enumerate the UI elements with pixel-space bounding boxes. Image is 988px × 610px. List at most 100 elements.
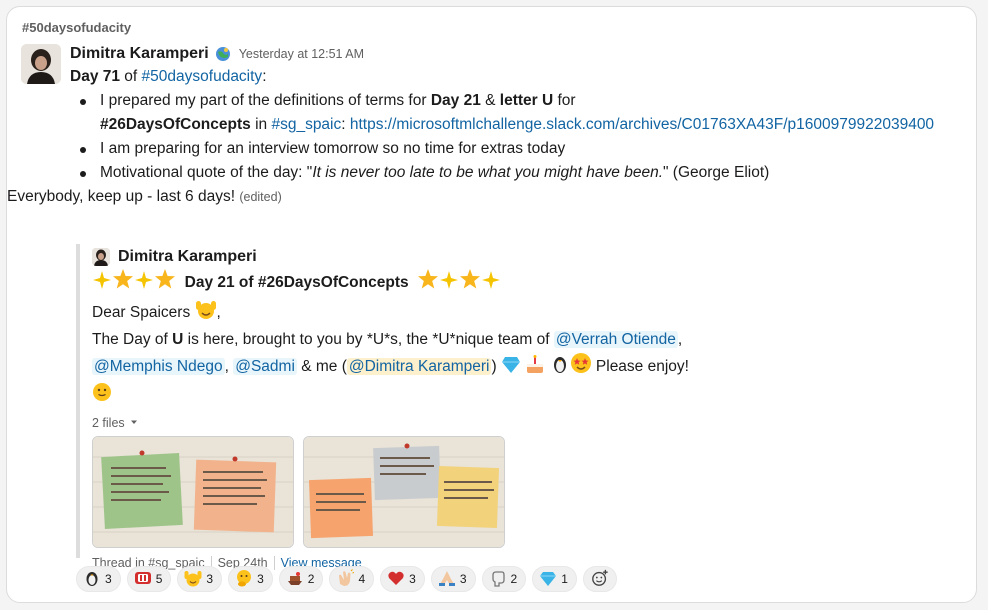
reaction-count: 2 (510, 572, 518, 586)
reaction-lab[interactable]: 2 (278, 566, 324, 592)
add-emoji-icon (591, 569, 609, 590)
shared-author-avatar[interactable] (92, 248, 110, 266)
colon-text: : (341, 116, 350, 133)
bold-u: U (172, 331, 184, 348)
timestamp[interactable]: Yesterday at 12:51 AM (239, 42, 364, 66)
amp-text: & (480, 92, 500, 109)
reaction-count: 3 (206, 572, 214, 586)
red-heart-icon (387, 569, 405, 590)
star-icon (417, 268, 439, 298)
greeting-line: Dear Spaicers , (92, 298, 946, 328)
bullet-text: Motivational quote of the day: " (100, 164, 313, 181)
closing-text: Everybody, keep up - last 6 days! (7, 188, 236, 205)
star-struck-icon (570, 352, 592, 382)
reaction-penguin[interactable]: 3 (76, 566, 121, 592)
colon-text: : (262, 68, 267, 85)
intro-line: The Day of U is here, brought to you by … (92, 328, 946, 352)
quote-attribution: " (George Eliot) (663, 164, 770, 181)
caret-down-icon (129, 416, 139, 430)
day-label: Day 71 (70, 68, 120, 85)
mention-memphis[interactable]: @Memphis Ndego (92, 358, 225, 375)
file-attachments (92, 436, 946, 548)
pray-icon (438, 569, 456, 590)
lab-icon (286, 569, 304, 590)
comma-text: , (216, 304, 221, 321)
intro-text-2: is here, brought to you by *U*s, the *U*… (183, 331, 554, 348)
file-thumbnail[interactable] (92, 436, 294, 548)
reaction-count: 1 (561, 572, 568, 586)
reaction-raised-hands[interactable]: 3 (177, 566, 223, 592)
star-icon (112, 268, 134, 298)
paren-text: ) (491, 358, 497, 375)
enjoy-text: Please enjoy! (595, 358, 689, 375)
list-item: Motivational quote of the day: "It is ne… (80, 161, 975, 185)
sparkles-icon (439, 270, 459, 298)
fist-icon (489, 569, 507, 590)
of-text: of (124, 68, 138, 85)
reaction-count: 3 (409, 572, 416, 586)
reaction-clap[interactable]: 4 (329, 566, 375, 592)
reaction-count: 5 (155, 572, 163, 586)
mention-sadmi[interactable]: @Sadmi (233, 358, 297, 375)
birthday-cake-icon (525, 354, 545, 382)
files-toggle[interactable]: 2 files (92, 416, 946, 430)
star-icon (154, 268, 176, 298)
channel-link[interactable]: #sg_spaic (271, 116, 341, 133)
channel-name[interactable]: #50daysofudacity (22, 20, 131, 35)
reaction-gem[interactable]: 1 (532, 566, 577, 592)
list-item: I am preparing for an interview tomorrow… (80, 137, 975, 161)
reaction-pray[interactable]: 3 (430, 566, 476, 592)
for-text: for (553, 92, 576, 109)
sparkles-icon (481, 270, 501, 298)
shared-title: Day 21 of #26DaysOfConcepts (184, 274, 409, 291)
globe-status-icon (215, 46, 231, 62)
hashtag-link[interactable]: #50daysofudacity (142, 68, 263, 85)
penguin-icon (550, 354, 570, 382)
reaction-fist[interactable]: 2 (481, 566, 527, 592)
me-text: & me ( (296, 358, 347, 375)
emoji-line (92, 382, 946, 410)
comma-text: , (677, 331, 683, 348)
file-thumbnail[interactable] (303, 436, 505, 548)
bullet-text: I am preparing for an interview tomorrow… (100, 140, 566, 157)
mention-verrah[interactable]: @Verrah Otiende (553, 331, 678, 348)
shared-message: Dimitra Karamperi Day 21 of #26DaysOfCon… (76, 244, 946, 570)
sparkles-icon (134, 270, 154, 298)
mention-self[interactable]: @Dimitra Karamperi (346, 358, 492, 375)
thinking-face-icon (235, 569, 253, 590)
tv-icon (134, 569, 152, 590)
list-item: I prepared my part of the definitions of… (80, 89, 975, 137)
bullet-list: I prepared my part of the definitions of… (70, 89, 975, 185)
reaction-heart[interactable]: 3 (380, 566, 425, 592)
comma-text: , (224, 358, 229, 375)
gem-icon (501, 354, 521, 382)
gem-icon (539, 569, 557, 590)
reactions-bar: 3 5 3 3 2 4 3 3 2 1 (76, 566, 617, 592)
author-name[interactable]: Dimitra Karamperi (70, 42, 209, 66)
star-icon (459, 268, 481, 298)
in-text: in (250, 116, 272, 133)
penguin-icon (83, 569, 101, 590)
bold-concepts: #26DaysOfConcepts (100, 116, 251, 133)
raised-hands-emoji-icon (195, 298, 217, 328)
archive-url-link[interactable]: https://microsoftmlchallenge.slack.com/a… (350, 116, 934, 133)
message: Dimitra Karamperi Yesterday at 12:51 AM … (7, 42, 975, 209)
mentions-line: @Memphis Ndego, @Sadmi & me (@Dimitra Ka… (92, 352, 946, 382)
reaction-thinking[interactable]: 3 (228, 566, 273, 592)
reaction-count: 3 (459, 572, 467, 586)
reaction-count: 3 (257, 572, 264, 586)
reaction-count: 4 (358, 572, 366, 586)
reaction-tv[interactable]: 5 (126, 566, 172, 592)
slightly-smiling-face-icon (92, 382, 112, 410)
shared-author-name[interactable]: Dimitra Karamperi (118, 248, 257, 266)
edited-label: (edited) (239, 190, 282, 204)
greeting-text: Dear Spaicers (92, 304, 191, 321)
add-reaction-button[interactable] (582, 566, 617, 592)
intro-text: The Day of (92, 331, 173, 348)
message-card: #50daysofudacity Dimitra Karamperi Yeste… (6, 6, 977, 603)
files-label: 2 files (92, 416, 125, 430)
avatar[interactable] (21, 44, 61, 84)
bullet-text: I prepared my part of the definitions of… (100, 92, 431, 109)
quote-text: It is never too late to be what you migh… (312, 164, 663, 181)
clap-icon (336, 568, 355, 590)
